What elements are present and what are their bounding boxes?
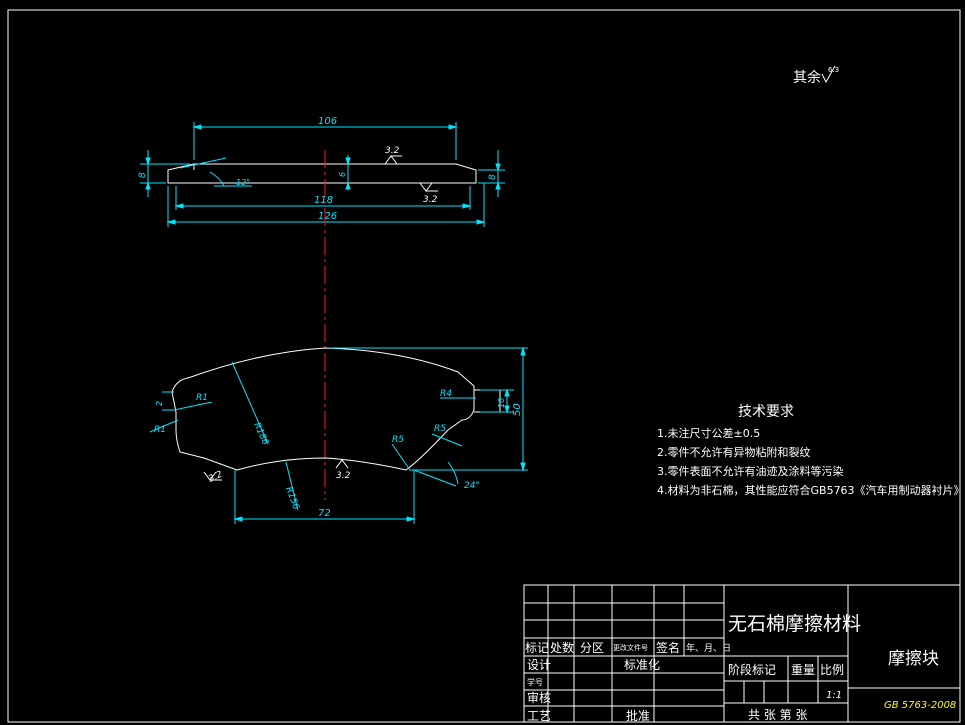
- stage-mark-label: 阶段标记: [728, 662, 776, 677]
- process-label: 工艺: [527, 709, 551, 723]
- r1-lower-label: R1: [154, 425, 166, 435]
- angle-12-label: 12°: [236, 178, 250, 187]
- header-doc: 更改文件号: [613, 643, 648, 652]
- tech-requirements-title: 技术要求: [738, 404, 794, 420]
- dimension-126-label: 126: [318, 211, 337, 222]
- header-sign: 签名: [656, 640, 680, 655]
- roughness-symbol-left: 3.2: [203, 469, 224, 485]
- r1-upper-label: R1: [196, 393, 208, 403]
- sheets-label: 共 张 第 张: [748, 708, 807, 722]
- header-count: 处数: [550, 640, 574, 655]
- r186-label: R186: [251, 421, 270, 447]
- front-view-outline: [171, 347, 475, 471]
- dimension-106-label: 106: [318, 116, 337, 127]
- roughness-left-label: 3.2: [207, 469, 224, 484]
- tech-requirement-1: 1.未注尺寸公差±0.5: [657, 426, 760, 440]
- angle-24-label: 24°: [464, 481, 480, 491]
- dimension-50: [330, 346, 528, 472]
- roughness-symbol-bottom: 3.2: [419, 182, 438, 205]
- dimension-10-label: 10: [497, 398, 506, 408]
- r5-left-leader: [391, 443, 411, 471]
- standard-code: GB 5763-2008: [884, 700, 956, 711]
- scale-value: 1:1: [826, 690, 842, 701]
- student-no-label: 学号: [527, 677, 543, 687]
- surface-finish-value: 6.3: [828, 66, 839, 74]
- surface-finish-label: 其余: [793, 69, 821, 86]
- r1-upper-leader: [173, 401, 213, 411]
- side-view-outline: [167, 163, 477, 184]
- dimension-72-label: 72: [318, 508, 331, 519]
- dimension-8-left-label: 8: [138, 172, 148, 178]
- material-name: 无石棉摩擦材料: [728, 613, 861, 635]
- roughness-bottom-label: 3.2: [423, 195, 438, 205]
- roughness-top-label: 3.2: [385, 146, 400, 156]
- dimension-8-right: [478, 150, 505, 197]
- angle-24: [413, 461, 459, 487]
- weight-label: 重量: [791, 663, 815, 677]
- r5-right-label: R5: [434, 424, 446, 434]
- r156-label: R156: [283, 486, 301, 512]
- header-date: 年、月、日: [686, 642, 731, 654]
- approve-label: 批准: [626, 708, 650, 723]
- dimension-6-label: 6: [338, 172, 347, 177]
- front-view: 50 10 72 R186 R156 R1 R1 2 R4 R5 R5 24° …: [149, 346, 528, 524]
- side-view: 106 118 126 8 8 6 12° 3.2 3.2: [138, 116, 505, 227]
- scale-label: 比例: [820, 663, 844, 677]
- review-label: 审核: [527, 690, 551, 705]
- r5-left-label: R5: [392, 435, 404, 445]
- cad-drawing: 其余 6.3 106 118 126 8 8 6 12° 3.2 3.2 50 …: [7, 9, 965, 723]
- part-name: 摩擦块: [888, 649, 939, 669]
- roughness-symbol-center: 3.2: [335, 459, 351, 481]
- surface-finish-note: 其余 6.3: [793, 65, 839, 86]
- dimension-8-right-label: 8: [488, 174, 498, 180]
- tech-requirement-4: 4.材料为非石棉，其性能应符合GB5763《汽车用制动器衬片》: [657, 483, 965, 497]
- roughness-center-label: 3.2: [336, 471, 351, 481]
- dimension-50-label: 50: [512, 403, 523, 416]
- r5-right-leader: [431, 433, 463, 447]
- tech-requirement-2: 2.零件不允许有异物粘附和裂纹: [657, 445, 811, 459]
- roughness-symbol-top: 3.2: [384, 146, 402, 165]
- standardization-label: 标准化: [624, 658, 660, 672]
- header-zone: 分区: [580, 641, 604, 655]
- dimension-2-label: 2: [155, 401, 164, 406]
- design-label: 设计: [527, 658, 551, 672]
- r4-label: R4: [440, 389, 452, 399]
- dimension-118-label: 118: [314, 195, 333, 206]
- header-mark: 标记: [525, 641, 549, 655]
- tech-requirement-3: 3.零件表面不允许有油迹及涂料等污染: [657, 464, 844, 478]
- tech-requirements: 技术要求 1.未注尺寸公差±0.5 2.零件不允许有异物粘附和裂纹 3.零件表面…: [657, 404, 965, 497]
